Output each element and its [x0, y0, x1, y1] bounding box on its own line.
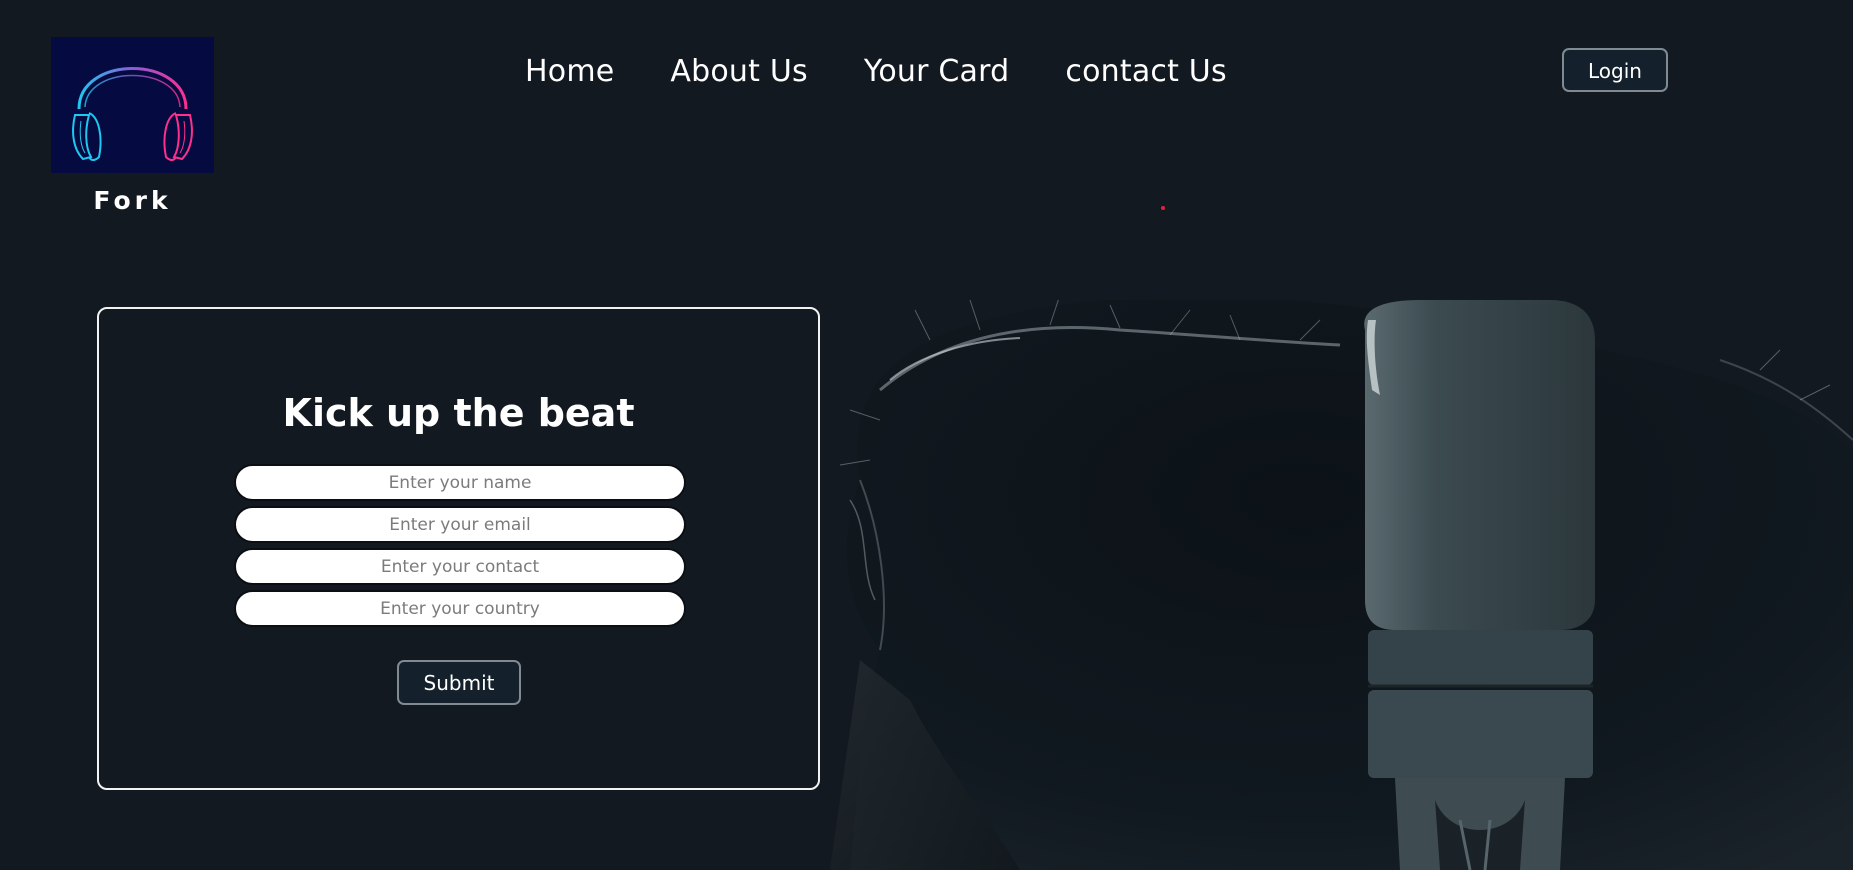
- brand-logo[interactable]: [51, 37, 214, 173]
- contact-input[interactable]: [234, 548, 686, 585]
- country-input[interactable]: [234, 590, 686, 627]
- signup-form-card: Kick up the beat Submit: [97, 307, 820, 790]
- accent-dot: [1161, 206, 1165, 210]
- page: Fork Home About Us Your Card contact Us …: [0, 0, 1853, 870]
- name-input[interactable]: [234, 464, 686, 501]
- main-nav: Home About Us Your Card contact Us: [525, 54, 1227, 89]
- nav-link-home[interactable]: Home: [525, 54, 614, 89]
- hero-image: [830, 300, 1853, 870]
- nav-link-your-card[interactable]: Your Card: [864, 54, 1010, 89]
- login-button[interactable]: Login: [1562, 48, 1668, 92]
- form-title: Kick up the beat: [282, 391, 635, 435]
- nav-link-contact-us[interactable]: contact Us: [1065, 54, 1226, 89]
- brand-name: Fork: [93, 186, 172, 215]
- nav-link-about-us[interactable]: About Us: [670, 54, 807, 89]
- email-input[interactable]: [234, 506, 686, 543]
- headphones-icon: [72, 67, 193, 161]
- submit-button[interactable]: Submit: [397, 660, 521, 705]
